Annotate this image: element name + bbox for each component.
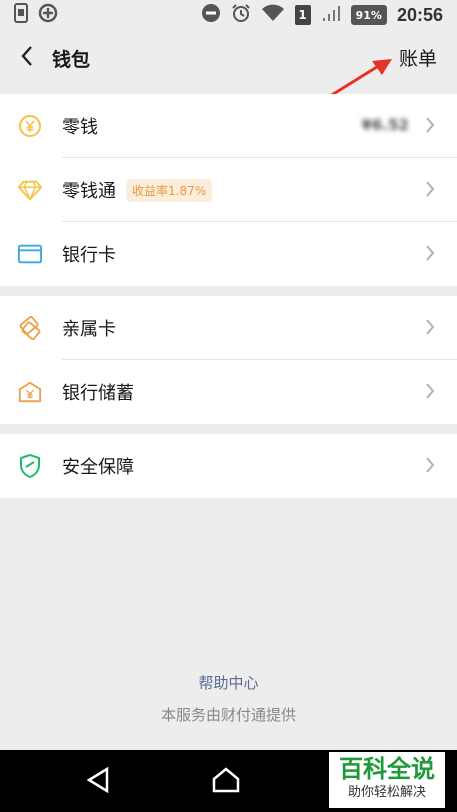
page-title: 钱包 [52, 48, 91, 71]
list-item-label: 银行储蓄 [62, 383, 134, 404]
list-item-bank-card[interactable]: 银行卡 [0, 222, 457, 286]
wallet-group-3: 安全保障 [0, 434, 457, 498]
nav-back-button[interactable] [80, 764, 116, 800]
list-item-lingqiantong[interactable]: 零钱通 收益率1.87% [0, 158, 457, 222]
list-item-label: 零钱通 [62, 181, 116, 202]
help-center-link[interactable]: 帮助中心 [0, 672, 457, 693]
chevron-right-icon [425, 382, 435, 404]
chevron-right-icon [425, 318, 435, 340]
bill-button[interactable]: 账单 [399, 44, 437, 71]
list-item-family-card[interactable]: 亲属卡 [0, 296, 457, 360]
clock: 20:56 [396, 4, 443, 25]
watermark-logo: 百科全说 助你轻松解决 [329, 752, 445, 808]
yen-coin-icon [18, 114, 42, 138]
home-icon [211, 766, 241, 798]
back-button[interactable] [16, 45, 38, 71]
status-bar: 1 91% 20:56 [0, 0, 457, 30]
sim-slot-badge: 1 [294, 5, 311, 25]
signal-icon [321, 3, 341, 27]
wallet-group-1: 零钱 ¥6.52 零钱通 收益率1.87% 银行卡 [0, 94, 457, 286]
chevron-right-icon [425, 456, 435, 478]
bank-savings-icon [18, 380, 42, 404]
provider-text: 本服务由财付通提供 [160, 706, 296, 724]
balance-value: ¥6.52 [361, 116, 409, 134]
wifi-icon [261, 3, 285, 27]
watermark-title: 百科全说 [339, 755, 435, 783]
status-right: 1 91% 20:56 [201, 3, 443, 27]
nav-home-button[interactable] [208, 764, 244, 800]
family-card-icon [18, 315, 42, 341]
battery-indicator: 91% [350, 5, 387, 25]
chevron-right-icon [425, 180, 435, 202]
yield-rate-badge: 收益率1.87% [126, 178, 213, 202]
alarm-icon [231, 3, 251, 27]
watermark-subtitle: 助你轻松解决 [347, 785, 426, 800]
chevron-left-icon [20, 45, 34, 71]
shield-icon [18, 453, 42, 479]
sim-card-icon [14, 3, 28, 27]
do-not-disturb-icon [201, 3, 221, 27]
list-item-label: 安全保障 [62, 457, 134, 478]
list-item-bank-savings[interactable]: 银行储蓄 [0, 360, 457, 424]
list-item-change[interactable]: 零钱 ¥6.52 [0, 94, 457, 158]
list-item-security[interactable]: 安全保障 [0, 434, 457, 498]
list-item-label: 银行卡 [62, 245, 116, 266]
list-item-label: 亲属卡 [62, 319, 116, 340]
status-left [14, 3, 58, 27]
bank-card-icon [18, 242, 42, 266]
wallet-group-2: 亲属卡 银行储蓄 [0, 296, 457, 424]
diamond-icon [18, 178, 42, 202]
triangle-back-icon [85, 766, 111, 798]
chevron-right-icon [425, 116, 435, 138]
list-item-label: 零钱 [62, 117, 98, 138]
chevron-right-icon [425, 244, 435, 266]
data-saver-icon [38, 3, 58, 27]
